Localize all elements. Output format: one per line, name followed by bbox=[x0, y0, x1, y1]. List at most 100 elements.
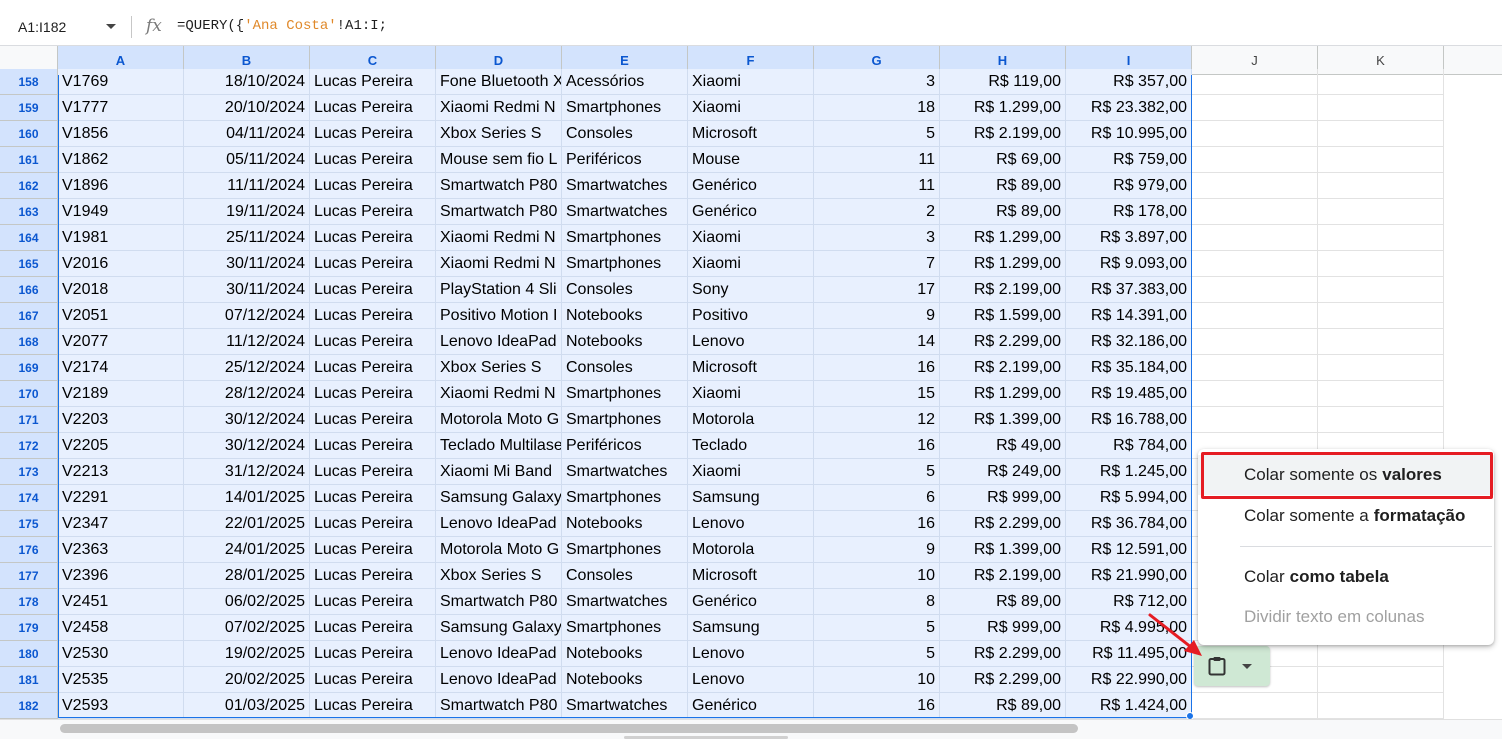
cell-i[interactable]: R$ 9.093,00 bbox=[1066, 251, 1192, 277]
cell-c[interactable]: Lucas Pereira bbox=[310, 485, 436, 511]
cell-h[interactable]: R$ 2.299,00 bbox=[940, 511, 1066, 537]
cell-empty[interactable] bbox=[1192, 147, 1318, 173]
cell-empty[interactable] bbox=[1318, 147, 1444, 173]
cell-empty[interactable] bbox=[1192, 225, 1318, 251]
cell-g[interactable]: 17 bbox=[814, 277, 940, 303]
cell-a[interactable]: V2213 bbox=[58, 459, 184, 485]
row-header[interactable]: 179 bbox=[0, 615, 58, 641]
cell-i[interactable]: R$ 16.788,00 bbox=[1066, 407, 1192, 433]
cell-c[interactable]: Lucas Pereira bbox=[310, 407, 436, 433]
menu-item-paste-values[interactable]: Colar somente os valores bbox=[1198, 455, 1494, 495]
cell-i[interactable]: R$ 178,00 bbox=[1066, 199, 1192, 225]
cell-c[interactable]: Lucas Pereira bbox=[310, 95, 436, 121]
cell-f[interactable]: Genérico bbox=[688, 589, 814, 615]
cell-d[interactable]: Smartwatch P80 bbox=[436, 199, 562, 225]
cell-h[interactable]: R$ 2.299,00 bbox=[940, 641, 1066, 667]
cell-empty[interactable] bbox=[1318, 329, 1444, 355]
selection-fill-handle[interactable] bbox=[1186, 712, 1194, 719]
cell-f[interactable]: Xiaomi bbox=[688, 251, 814, 277]
cell-f[interactable]: Samsung bbox=[688, 615, 814, 641]
cell-i[interactable]: R$ 14.391,00 bbox=[1066, 303, 1192, 329]
cell-c[interactable]: Lucas Pereira bbox=[310, 173, 436, 199]
cell-empty[interactable] bbox=[1318, 667, 1444, 693]
row-header[interactable]: 173 bbox=[0, 459, 58, 485]
cell-h[interactable]: R$ 1.299,00 bbox=[940, 95, 1066, 121]
cell-h[interactable]: R$ 1.599,00 bbox=[940, 303, 1066, 329]
cell-a[interactable]: V1769 bbox=[58, 69, 184, 95]
cell-d[interactable]: Positivo Motion I bbox=[436, 303, 562, 329]
row-header[interactable]: 159 bbox=[0, 95, 58, 121]
cell-a[interactable]: V2189 bbox=[58, 381, 184, 407]
cell-d[interactable]: Lenovo IdeaPad bbox=[436, 667, 562, 693]
cell-c[interactable]: Lucas Pereira bbox=[310, 121, 436, 147]
cell-e[interactable]: Smartwatches bbox=[562, 199, 688, 225]
cell-empty[interactable] bbox=[1192, 121, 1318, 147]
cell-d[interactable]: Samsung Galaxy bbox=[436, 485, 562, 511]
cell-h[interactable]: R$ 2.199,00 bbox=[940, 563, 1066, 589]
cell-a[interactable]: V2203 bbox=[58, 407, 184, 433]
cell-empty[interactable] bbox=[1192, 69, 1318, 95]
cell-empty[interactable] bbox=[1192, 251, 1318, 277]
cell-g[interactable]: 8 bbox=[814, 589, 940, 615]
cell-e[interactable]: Smartphones bbox=[562, 381, 688, 407]
cell-i[interactable]: R$ 37.383,00 bbox=[1066, 277, 1192, 303]
cell-g[interactable]: 15 bbox=[814, 381, 940, 407]
cell-d[interactable]: PlayStation 4 Sli bbox=[436, 277, 562, 303]
row-header[interactable]: 163 bbox=[0, 199, 58, 225]
cell-d[interactable]: Fone Bluetooth X bbox=[436, 69, 562, 95]
cell-g[interactable]: 16 bbox=[814, 355, 940, 381]
cell-e[interactable]: Smartwatches bbox=[562, 459, 688, 485]
cell-f[interactable]: Xiaomi bbox=[688, 459, 814, 485]
cell-d[interactable]: Xiaomi Redmi N bbox=[436, 95, 562, 121]
cell-empty[interactable] bbox=[1192, 329, 1318, 355]
horizontal-scrollbar-thumb[interactable] bbox=[60, 724, 1078, 733]
cell-d[interactable]: Xiaomi Redmi N bbox=[436, 225, 562, 251]
cell-e[interactable]: Smartphones bbox=[562, 537, 688, 563]
cell-c[interactable]: Lucas Pereira bbox=[310, 251, 436, 277]
menu-item-paste-table[interactable]: Colar como tabela bbox=[1198, 557, 1494, 597]
cell-i[interactable]: R$ 759,00 bbox=[1066, 147, 1192, 173]
cell-c[interactable]: Lucas Pereira bbox=[310, 615, 436, 641]
cell-h[interactable]: R$ 999,00 bbox=[940, 615, 1066, 641]
cell-i[interactable]: R$ 22.990,00 bbox=[1066, 667, 1192, 693]
cell-d[interactable]: Xbox Series S bbox=[436, 563, 562, 589]
row-header[interactable]: 167 bbox=[0, 303, 58, 329]
cell-a[interactable]: V2451 bbox=[58, 589, 184, 615]
cell-g[interactable]: 7 bbox=[814, 251, 940, 277]
chevron-down-icon[interactable] bbox=[106, 24, 116, 29]
cell-b[interactable]: 19/02/2025 bbox=[184, 641, 310, 667]
cell-e[interactable]: Smartphones bbox=[562, 615, 688, 641]
cell-empty[interactable] bbox=[1192, 199, 1318, 225]
cell-d[interactable]: Lenovo IdeaPad bbox=[436, 641, 562, 667]
cell-f[interactable]: Lenovo bbox=[688, 641, 814, 667]
cell-i[interactable]: R$ 979,00 bbox=[1066, 173, 1192, 199]
cell-f[interactable]: Samsung bbox=[688, 485, 814, 511]
cell-empty[interactable] bbox=[1318, 251, 1444, 277]
cell-i[interactable]: R$ 11.495,00 bbox=[1066, 641, 1192, 667]
cell-d[interactable]: Lenovo IdeaPad bbox=[436, 511, 562, 537]
cell-a[interactable]: V1949 bbox=[58, 199, 184, 225]
cell-b[interactable]: 06/02/2025 bbox=[184, 589, 310, 615]
cell-h[interactable]: R$ 49,00 bbox=[940, 433, 1066, 459]
cell-h[interactable]: R$ 1.399,00 bbox=[940, 537, 1066, 563]
cell-empty[interactable] bbox=[1318, 173, 1444, 199]
cell-c[interactable]: Lucas Pereira bbox=[310, 147, 436, 173]
cell-f[interactable]: Microsoft bbox=[688, 355, 814, 381]
cell-i[interactable]: R$ 1.245,00 bbox=[1066, 459, 1192, 485]
cell-i[interactable]: R$ 3.897,00 bbox=[1066, 225, 1192, 251]
cell-e[interactable]: Notebooks bbox=[562, 303, 688, 329]
cell-d[interactable]: Xbox Series S bbox=[436, 121, 562, 147]
cell-empty[interactable] bbox=[1192, 693, 1318, 719]
cell-b[interactable]: 24/01/2025 bbox=[184, 537, 310, 563]
cell-c[interactable]: Lucas Pereira bbox=[310, 641, 436, 667]
cell-d[interactable]: Xiaomi Mi Band bbox=[436, 459, 562, 485]
cell-a[interactable]: V1896 bbox=[58, 173, 184, 199]
cell-e[interactable]: Consoles bbox=[562, 563, 688, 589]
cell-i[interactable]: R$ 23.382,00 bbox=[1066, 95, 1192, 121]
cell-a[interactable]: V2363 bbox=[58, 537, 184, 563]
cell-b[interactable]: 30/12/2024 bbox=[184, 407, 310, 433]
cell-i[interactable]: R$ 784,00 bbox=[1066, 433, 1192, 459]
row-header[interactable]: 175 bbox=[0, 511, 58, 537]
cell-h[interactable]: R$ 89,00 bbox=[940, 589, 1066, 615]
cell-empty[interactable] bbox=[1192, 95, 1318, 121]
